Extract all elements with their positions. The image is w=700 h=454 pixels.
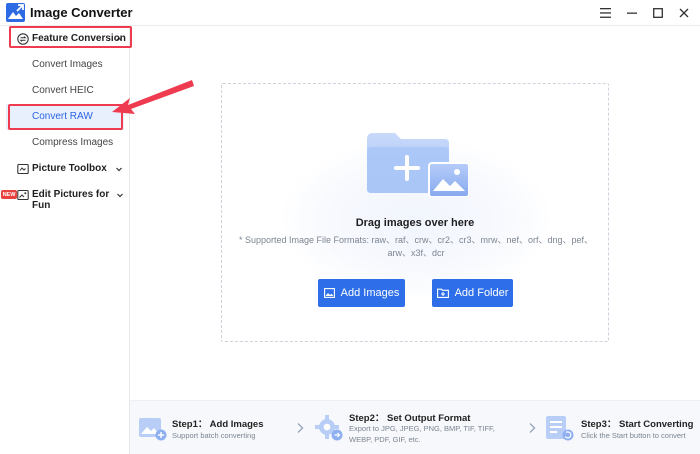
add-images-step-icon xyxy=(139,418,167,441)
chevron-up-icon xyxy=(116,37,122,41)
drop-zone-title: Drag images over here xyxy=(355,217,475,229)
settings-gear-icon xyxy=(315,415,343,441)
minimize-icon xyxy=(627,12,637,14)
sidebar-item-label: Compress Images xyxy=(32,137,114,148)
steps-bar: Step1： Add Images Support batch converti… xyxy=(130,400,700,454)
close-button[interactable] xyxy=(674,3,694,23)
step2-desc-line2: WEBP, PDF, GIF, etc. xyxy=(349,434,421,444)
step2-desc: Export to JPG, JPEG, PNG, BMP, TIF, TIFF… xyxy=(349,424,495,445)
app-title: Image Converter xyxy=(30,5,133,20)
nav-feature-conversion[interactable]: Feature Conversion xyxy=(0,27,130,51)
supported-formats: * Supported Image File Formats: raw、raf、… xyxy=(234,234,598,260)
supported-formats-line1: * Supported Image File Formats: raw、raf、… xyxy=(238,235,594,245)
new-badge: NEW xyxy=(1,190,17,199)
toolbox-icon xyxy=(17,163,29,175)
start-converting-icon xyxy=(546,416,574,441)
nav-picture-toolbox[interactable]: Picture Toolbox xyxy=(0,157,130,181)
menu-button[interactable] xyxy=(595,3,615,23)
step1-desc: Support batch converting xyxy=(172,431,256,440)
maximize-icon xyxy=(653,8,663,18)
annotation-arrow-icon xyxy=(112,80,194,114)
step3-desc: Click the Start button to convert xyxy=(581,431,686,440)
convert-icon xyxy=(17,33,29,45)
sidebar-item-label: Convert RAW xyxy=(32,111,93,122)
folder-add-image-icon xyxy=(367,133,469,197)
title-bar: Image Converter xyxy=(0,0,700,26)
step1-title: Step1： Add Images xyxy=(172,419,264,430)
add-folder-label: Add Folder xyxy=(454,287,509,299)
step2-title: Step2： Set Output Format xyxy=(349,413,471,424)
nav-feature-conversion-label: Feature Conversion xyxy=(32,33,126,44)
sidebar-item-compress-images[interactable]: Compress Images xyxy=(6,130,124,156)
sidebar-item-label: Convert HEIC xyxy=(32,85,94,96)
image-icon xyxy=(323,288,335,298)
add-images-button[interactable]: Add Images xyxy=(318,279,405,307)
sidebar-item-label: Convert Images xyxy=(32,59,103,70)
chevron-down-icon xyxy=(117,193,123,198)
maximize-button[interactable] xyxy=(648,3,668,23)
edit-picture-icon xyxy=(17,189,29,201)
step3-title: Step3： Start Converting xyxy=(581,419,694,430)
close-icon xyxy=(679,8,689,18)
folder-plus-icon xyxy=(436,288,449,298)
supported-formats-line2: arw、x3f、dcr xyxy=(387,248,445,258)
drop-zone[interactable]: Drag images over here * Supported Image … xyxy=(221,83,609,342)
nav-picture-toolbox-label: Picture Toolbox xyxy=(32,163,107,174)
add-folder-button[interactable]: Add Folder xyxy=(432,279,513,307)
nav-edit-pictures[interactable]: Edit Pictures for Fun xyxy=(0,183,130,211)
hamburger-menu-icon xyxy=(599,8,611,18)
chevron-right-icon xyxy=(297,423,304,433)
chevron-down-icon xyxy=(116,167,122,172)
minimize-button[interactable] xyxy=(622,3,642,23)
chevron-right-icon xyxy=(529,423,536,433)
add-images-label: Add Images xyxy=(340,287,400,299)
app-logo-icon xyxy=(6,3,25,22)
step2-desc-line1: Export to JPG, JPEG, PNG, BMP, TIF, TIFF… xyxy=(349,424,495,433)
